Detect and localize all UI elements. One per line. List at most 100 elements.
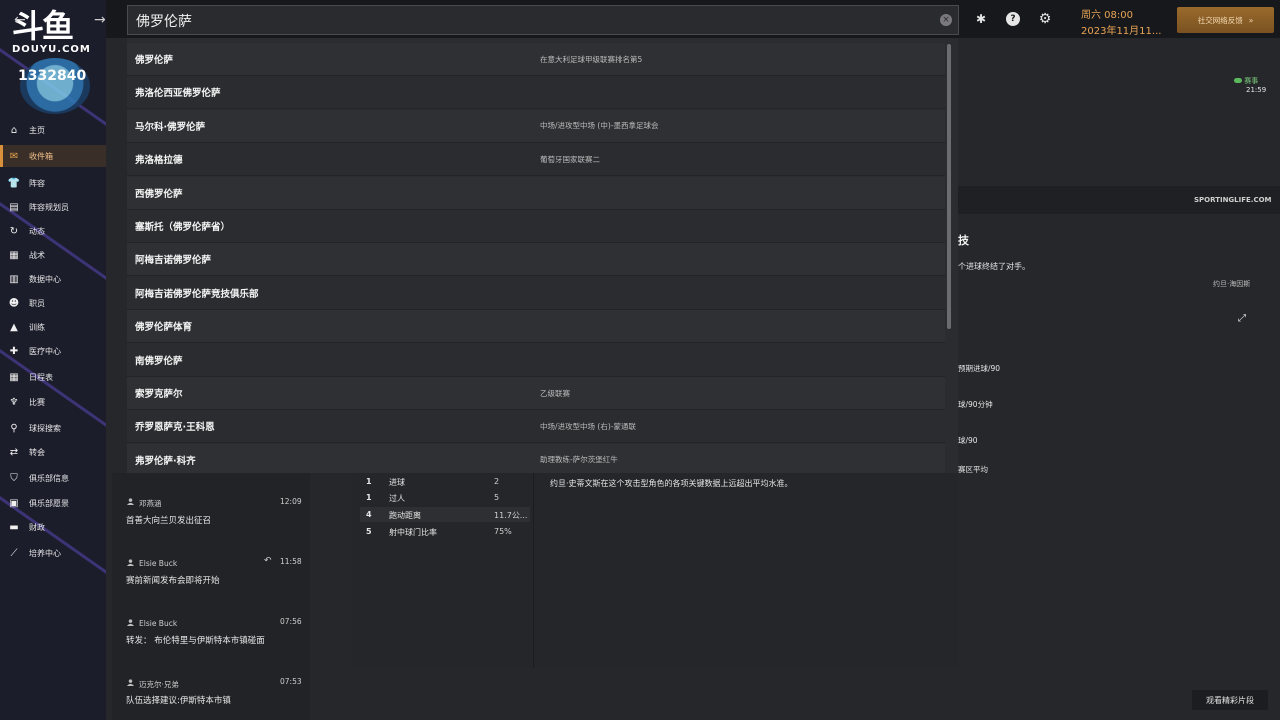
finance-icon: ▬ bbox=[9, 521, 19, 533]
refresh-icon: ↻ bbox=[9, 225, 19, 237]
search-results-dropdown: 佛罗伦萨 在意大利足球甲级联赛排名第5 弗洛伦西亚佛罗伦萨马尔科·佛罗伦萨 中场/进攻… bbox=[127, 38, 958, 473]
search-result-desc: 中场/进攻型中场 (右)-蒙通联 bbox=[540, 421, 636, 431]
sidebar-item-label: 数据中心 bbox=[29, 274, 61, 284]
sidebar: 斗鱼 DOUYU.COM 1332840 ⌂ 主页 ✉ 收件箱 👕 阵容 ▤ 阵容规划员 ↻ 动态… bbox=[0, 0, 106, 720]
search-input[interactable] bbox=[136, 11, 916, 31]
stat-value: 75% bbox=[494, 527, 512, 536]
search-result-desc: 在意大利足球甲级联赛排名第5 bbox=[540, 54, 643, 64]
settings-gear-icon[interactable]: ⚙ bbox=[1038, 12, 1052, 26]
sidebar-item-17[interactable]: ⟋ 培养中心 bbox=[0, 542, 106, 564]
expand-icon[interactable]: ⤢ bbox=[1238, 313, 1246, 324]
search-result-name: 阿梅吉诺佛罗伦萨 bbox=[135, 255, 212, 267]
message-time: 12:09 bbox=[280, 497, 302, 506]
stat-label-xg: 预期进球/90 bbox=[958, 364, 1001, 373]
sidebar-item-5[interactable]: ▦ 战术 bbox=[0, 244, 106, 266]
message-sender: Elsie Buck bbox=[139, 559, 178, 568]
transfer-icon: ⇄ bbox=[9, 446, 19, 458]
search-result-item[interactable]: 佛罗伦萨体育 bbox=[127, 310, 945, 344]
sidebar-item-7[interactable]: ☻ 职员 bbox=[0, 292, 106, 314]
sidebar-item-1[interactable]: ✉ 收件箱 bbox=[0, 145, 106, 167]
search-result-desc: 中场/进攻型中场 (中)-墨西拿足球会 bbox=[540, 121, 659, 131]
message-subject[interactable]: 赛前新闻发布会即将开始 bbox=[126, 574, 220, 586]
bug-report-icon[interactable]: ✱ bbox=[974, 12, 988, 26]
sidebar-item-label: 动态 bbox=[29, 226, 45, 236]
sidebar-item-0[interactable]: ⌂ 主页 bbox=[0, 119, 106, 141]
dropdown-scrollbar[interactable] bbox=[947, 44, 951, 329]
search-result-item[interactable]: 阿梅吉诺佛罗伦萨竞技俱乐部 bbox=[127, 277, 945, 310]
search-result-item[interactable]: 弗洛格拉德 葡萄牙国家联赛二 bbox=[127, 143, 945, 177]
sidebar-item-11[interactable]: ♆ 比赛 bbox=[0, 391, 106, 413]
message-sender: 迈克尔·兄弟 bbox=[139, 680, 179, 689]
match-badge: 赛事 bbox=[1234, 76, 1258, 86]
sidebar-item-label: 收件箱 bbox=[29, 151, 53, 161]
search-result-item[interactable]: 西佛罗伦萨 bbox=[127, 176, 945, 210]
room-number: 1332840 bbox=[18, 68, 87, 84]
sidebar-item-label: 医疗中心 bbox=[29, 346, 61, 356]
medical-icon: ✚ bbox=[9, 345, 19, 357]
right-panel bbox=[958, 38, 1280, 720]
stat-value: 5 bbox=[494, 493, 500, 502]
sidebar-item-label: 培养中心 bbox=[29, 548, 61, 558]
search-result-item[interactable]: 南佛罗伦萨 bbox=[127, 344, 945, 377]
sidebar-item-label: 比赛 bbox=[29, 397, 45, 407]
social-feedback-label: 社交网络反馈 bbox=[1197, 15, 1243, 25]
message-time: 07:53 bbox=[280, 677, 302, 686]
search-result-item[interactable]: 马尔科·佛罗伦萨 中场/进攻型中场 (中)-墨西拿足球会 bbox=[127, 109, 945, 143]
trophy-icon: ♆ bbox=[9, 396, 19, 408]
stat-label: 射中球门比率 bbox=[389, 528, 437, 537]
sidebar-item-label: 阵容规划员 bbox=[29, 202, 69, 212]
vision-icon: ▣ bbox=[9, 497, 19, 509]
stat-rank: 5 bbox=[366, 527, 372, 536]
sidebar-item-label: 转会 bbox=[29, 447, 45, 457]
search-result-item[interactable]: 塞斯托（佛罗伦萨省） bbox=[127, 210, 945, 243]
message-subject[interactable]: 首善大向兰贝发出征召 bbox=[126, 514, 211, 526]
search-result-desc: 葡萄牙国家联赛二 bbox=[540, 154, 600, 164]
search-result-name: 塞斯托（佛罗伦萨省） bbox=[135, 222, 231, 233]
search-result-item[interactable]: 弗洛伦西亚佛罗伦萨 bbox=[127, 76, 945, 110]
match-label: 赛事 bbox=[1244, 77, 1259, 85]
stat-rank: 1 bbox=[366, 477, 372, 486]
shirt-icon: 👕 bbox=[7, 177, 21, 189]
message-time: 11:58 bbox=[280, 557, 302, 566]
search-result-item[interactable]: 弗罗伦萨·科齐 助理教练-萨尔茨堡红牛 bbox=[127, 443, 945, 473]
search-result-name: 弗罗伦萨·科齐 bbox=[135, 455, 196, 467]
search-result-item[interactable]: 阿梅吉诺佛罗伦萨 bbox=[127, 243, 945, 277]
sidebar-item-16[interactable]: ▬ 财政 bbox=[0, 516, 106, 538]
sidebar-item-9[interactable]: ✚ 医疗中心 bbox=[0, 340, 106, 362]
message-subject[interactable]: 转发： 布伦特里与伊斯特本市镇碰面 bbox=[126, 634, 265, 646]
sidebar-item-10[interactable]: ▦ 日程表 bbox=[0, 366, 106, 388]
sidebar-item-13[interactable]: ⇄ 转会 bbox=[0, 441, 106, 463]
sidebar-item-14[interactable]: ⛉ 俱乐部信息 bbox=[0, 467, 106, 489]
sidebar-item-2[interactable]: 👕 阵容 bbox=[0, 172, 106, 194]
sidebar-item-15[interactable]: ▣ 俱乐部愿景 bbox=[0, 492, 106, 514]
search-result-item[interactable]: 佛罗伦萨 在意大利足球甲级联赛排名第5 bbox=[127, 43, 945, 76]
sidebar-item-8[interactable]: ▲ 训练 bbox=[0, 316, 106, 338]
help-icon[interactable]: ? bbox=[1006, 12, 1020, 26]
clear-search-icon[interactable]: × bbox=[940, 14, 952, 26]
person-icon bbox=[127, 498, 134, 505]
stat-value: 11.7公... bbox=[494, 511, 528, 520]
stat-rank: 4 bbox=[366, 510, 372, 519]
sidebar-item-label: 战术 bbox=[29, 250, 45, 260]
search-box[interactable]: × bbox=[127, 5, 959, 35]
club-badge bbox=[20, 58, 90, 114]
sidebar-item-4[interactable]: ↻ 动态 bbox=[0, 220, 106, 242]
back-arrow-icon[interactable]: ← bbox=[14, 12, 26, 28]
social-feedback-button[interactable]: 社交网络反馈 » bbox=[1177, 7, 1274, 33]
sidebar-item-label: 俱乐部信息 bbox=[29, 473, 69, 483]
search-result-item[interactable]: 乔罗恩萨克·王科恩 中场/进攻型中场 (右)-蒙通联 bbox=[127, 410, 945, 444]
stat-label: 跑动距离 bbox=[389, 511, 421, 520]
stat-rank: 1 bbox=[366, 493, 372, 502]
sidebar-item-3[interactable]: ▤ 阵容规划员 bbox=[0, 196, 106, 218]
calendar-icon: ▦ bbox=[9, 371, 19, 383]
person-icon bbox=[127, 559, 134, 566]
watch-highlights-button[interactable]: 观看精彩片段 bbox=[1192, 690, 1268, 710]
search-result-name: 弗洛伦西亚佛罗伦萨 bbox=[135, 88, 221, 100]
message-subject[interactable]: 队伍选择建议:伊斯特本市镇 bbox=[126, 694, 231, 706]
forward-arrow-icon[interactable]: → bbox=[94, 12, 106, 28]
sidebar-item-12[interactable]: ⚲ 球探搜索 bbox=[0, 417, 106, 439]
sidebar-item-6[interactable]: ▥ 数据中心 bbox=[0, 268, 106, 290]
search-result-item[interactable]: 索罗克萨尔 乙级联赛 bbox=[127, 377, 945, 410]
search-icon: ⚲ bbox=[10, 422, 18, 434]
stat-value: 2 bbox=[494, 477, 500, 486]
